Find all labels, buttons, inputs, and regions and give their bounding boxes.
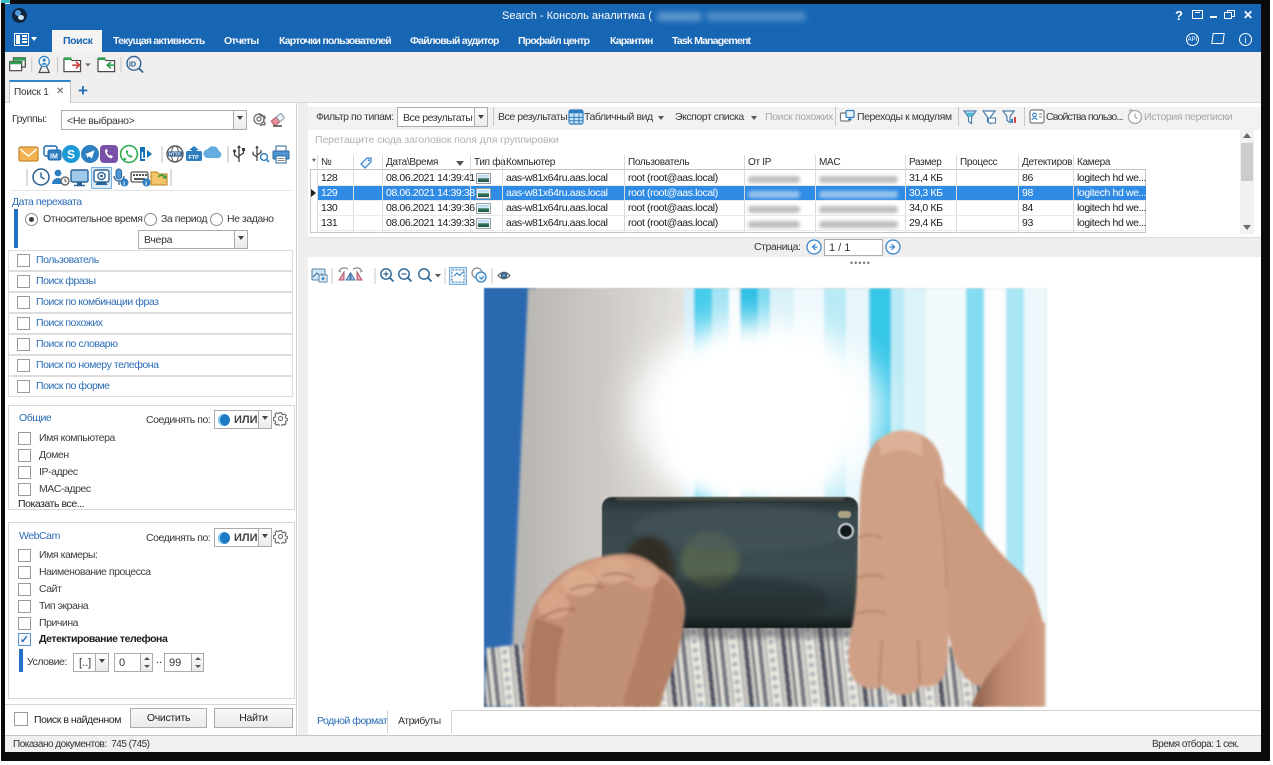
svg-text:i: i xyxy=(123,180,125,187)
svg-text:FTP: FTP xyxy=(189,155,200,161)
svg-text:IM: IM xyxy=(50,154,58,161)
svg-text:HTTP: HTTP xyxy=(169,152,181,157)
svg-text:i: i xyxy=(145,180,147,187)
svg-text:ID: ID xyxy=(129,60,136,69)
svg-text:L: L xyxy=(141,151,147,162)
svg-text:S: S xyxy=(67,148,75,162)
